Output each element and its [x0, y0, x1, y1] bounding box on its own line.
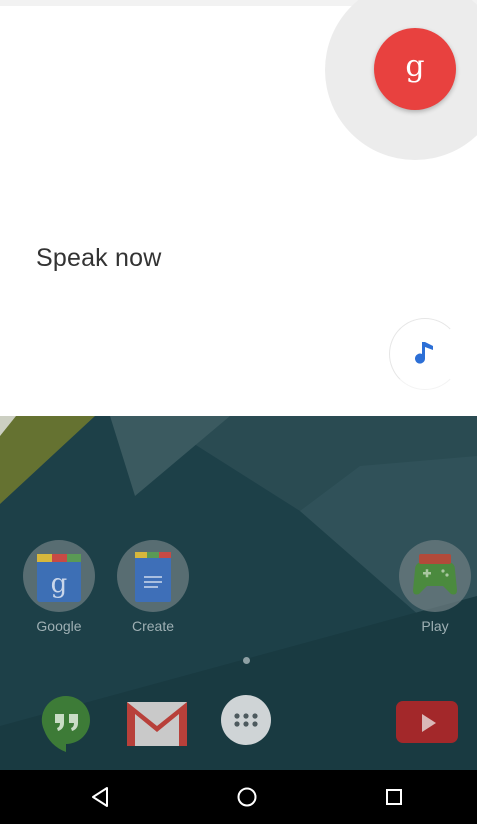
play-app-circle — [399, 540, 471, 612]
app-label: Google — [36, 618, 82, 634]
app-label: Play — [421, 618, 449, 634]
home-icon — [237, 787, 257, 807]
dock-gmail[interactable] — [125, 692, 187, 752]
app-label: Create — [131, 618, 175, 634]
gmail-icon — [127, 702, 187, 746]
music-recognition-button[interactable] — [389, 318, 461, 390]
app-create[interactable]: Create — [113, 540, 193, 634]
google-app-circle: g — [23, 540, 95, 612]
dock-hangouts[interactable] — [36, 692, 96, 752]
app-drawer-button[interactable] — [218, 692, 278, 752]
voice-search-panel: g Speak now — [0, 0, 477, 416]
home-button[interactable] — [232, 782, 262, 812]
app-drawer-icon — [221, 695, 271, 745]
back-icon — [92, 787, 108, 807]
phone-screen: g Speak now g Google Create Play — [0, 0, 477, 824]
svg-text:g: g — [51, 569, 68, 599]
voice-mic-button[interactable]: g — [374, 28, 456, 110]
page-indicator-dot — [243, 657, 250, 664]
navigation-bar — [0, 770, 477, 824]
dock-youtube[interactable] — [394, 692, 458, 752]
music-note-icon — [415, 342, 433, 364]
google-voice-mic-icon: g — [405, 49, 425, 84]
google-search-icon: g — [37, 554, 81, 602]
back-button[interactable] — [86, 782, 116, 812]
google-docs-icon — [135, 552, 171, 602]
speak-now-prompt: Speak now — [36, 244, 162, 272]
app-google[interactable]: g Google — [19, 540, 99, 634]
youtube-icon — [396, 701, 458, 743]
app-play[interactable]: Play — [395, 540, 475, 634]
create-app-circle — [117, 540, 189, 612]
hangouts-icon — [41, 695, 90, 752]
home-screen: g Google Create Play — [0, 416, 477, 824]
recents-button[interactable] — [379, 782, 409, 812]
recents-icon — [386, 789, 402, 805]
google-play-games-icon — [413, 554, 457, 595]
